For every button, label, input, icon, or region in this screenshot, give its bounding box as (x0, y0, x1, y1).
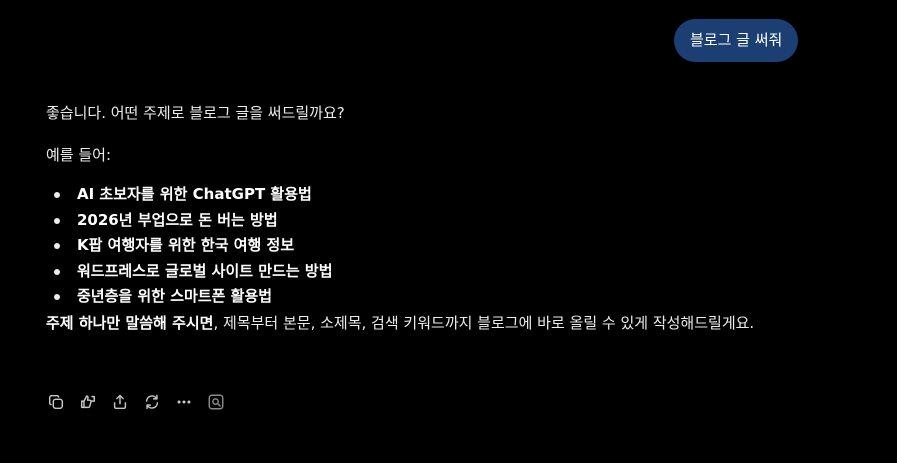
list-item-text: AI 초보자를 위한 ChatGPT 활용법 (77, 185, 312, 203)
list-item-text: 2026년 부업으로 돈 버는 방법 (77, 210, 278, 229)
list-item: 2026년 부업으로 돈 버는 방법 (46, 208, 826, 234)
assistant-closing: 주제 하나만 말씀해 주시면, 제목부터 본문, 소제목, 검색 키워드까지 블… (46, 310, 826, 337)
thumbs-feedback-icon (80, 395, 96, 409)
message-actions (46, 392, 238, 412)
bullet-icon (54, 268, 60, 275)
list-item: K팝 여행자를 위한 한국 여행 정보 (46, 233, 826, 259)
examples-list: AI 초보자를 위한 ChatGPT 활용법 2026년 부업으로 돈 버는 방… (46, 182, 826, 310)
bullet-icon (54, 243, 60, 250)
search-sources-icon (208, 394, 224, 410)
regenerate-icon (145, 394, 159, 410)
bullet-icon (54, 192, 60, 198)
feedback-button[interactable] (78, 392, 98, 412)
copy-button[interactable] (46, 392, 66, 412)
list-item: AI 초보자를 위한 ChatGPT 활용법 (46, 182, 826, 208)
more-icon (177, 400, 191, 404)
list-item-text: 워드프레스로 글로벌 사이트 만드는 방법 (77, 261, 333, 280)
list-item-text: 중년층을 위한 스마트폰 활용법 (77, 287, 273, 306)
list-item: 중년층을 위한 스마트폰 활용법 (46, 284, 826, 310)
closing-emphasis: 주제 하나만 말씀해 주시면 (46, 313, 214, 332)
assistant-intro: 좋습니다. 어떤 주제로 블로그 글을 써드릴까요? (46, 104, 345, 122)
bullet-icon (54, 294, 60, 301)
sources-button[interactable] (206, 392, 226, 412)
share-button[interactable] (110, 392, 130, 412)
bullet-icon (54, 217, 60, 224)
list-item: 워드프레스로 글로벌 사이트 만드는 방법 (46, 259, 826, 285)
regenerate-button[interactable] (142, 392, 162, 412)
list-item-text: K팝 여행자를 위한 한국 여행 정보 (77, 236, 295, 255)
share-icon (113, 394, 127, 410)
more-button[interactable] (174, 392, 194, 412)
user-message-bubble: 블로그 글 써줘 (674, 19, 799, 62)
examples-label: 예를 들어: (46, 146, 112, 164)
copy-icon (48, 394, 64, 410)
closing-text: , 제목부터 본문, 소제목, 검색 키워드까지 블로그에 바로 올릴 수 있게… (213, 313, 755, 332)
assistant-message: 좋습니다. 어떤 주제로 블로그 글을 써드릴까요? 예를 들어: AI 초보자… (46, 100, 826, 337)
